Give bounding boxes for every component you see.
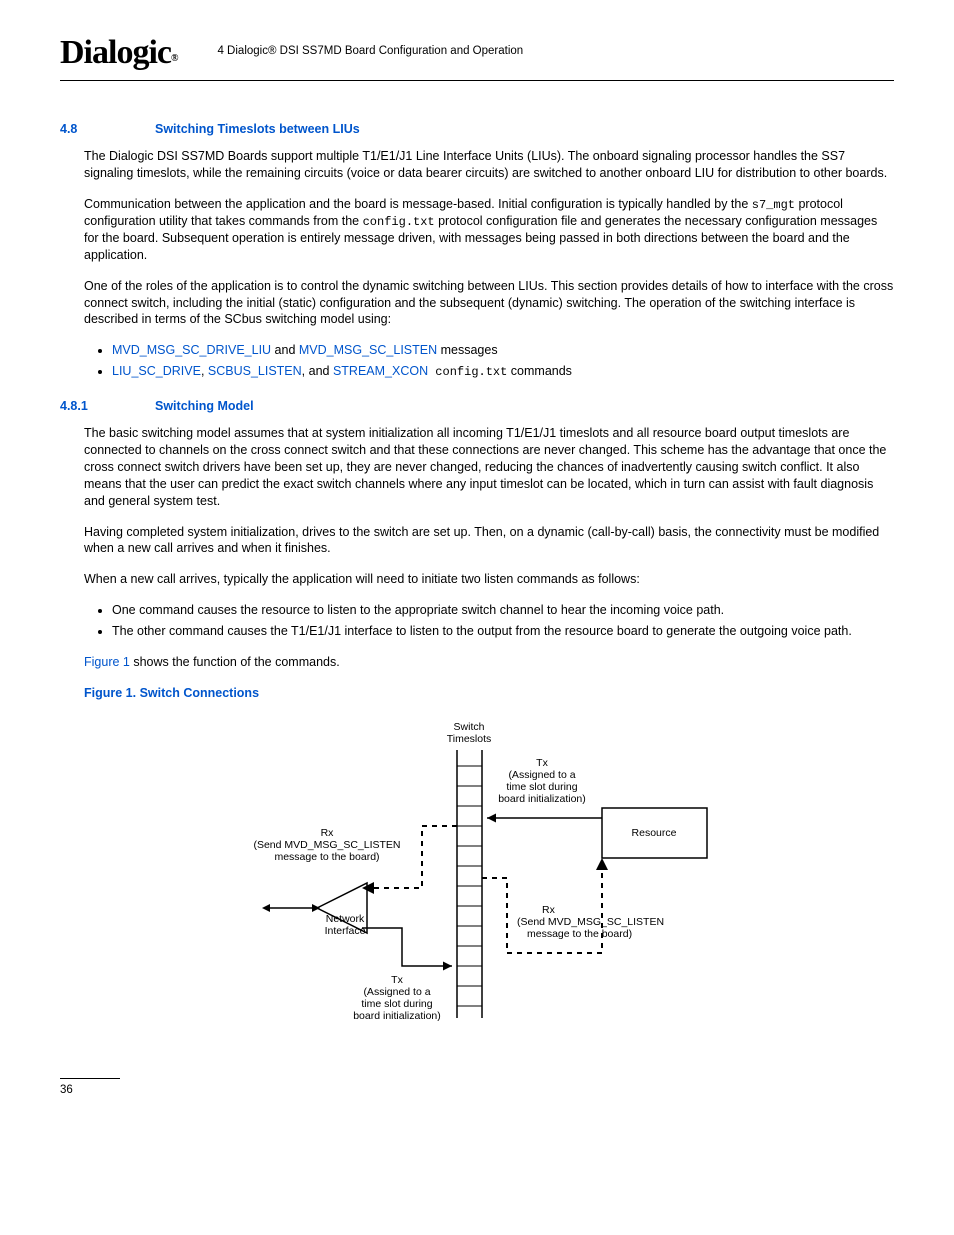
section-title: Switching Timeslots between LIUs: [155, 121, 360, 138]
para-4-8-1-3: When a new call arrives, typically the a…: [84, 571, 894, 588]
label-rx-right-l2: message to the board): [527, 928, 632, 940]
label-network-1: Network: [326, 913, 365, 925]
label-tx-top: Tx: [536, 757, 548, 769]
link-liu-sc-drive[interactable]: LIU_SC_DRIVE: [112, 364, 201, 378]
label-tx-top-l3: board initialization): [498, 793, 586, 805]
dialogic-logo: Dialogic®: [60, 30, 177, 76]
text-fragment: , and: [302, 364, 333, 378]
switch-ladder: [457, 750, 482, 1018]
section-4-8-heading: 4.8 Switching Timeslots between LIUs: [60, 121, 894, 138]
label-tx-top-l1: (Assigned to a: [508, 769, 575, 781]
para-4-8-2: Communication between the application an…: [84, 196, 894, 264]
registered-mark: ®: [171, 53, 177, 64]
label-rx-right-l1: (Send MVD_MSG_SC_LISTEN: [517, 916, 664, 928]
label-tx-bottom-l3: board initialization): [353, 1010, 441, 1022]
figure-1-caption: Figure 1. Switch Connections: [84, 685, 894, 702]
label-tx-top-l2: time slot during: [506, 781, 577, 793]
text-fragment: shows the function of the commands.: [130, 655, 340, 669]
label-rx-left: Rx: [321, 827, 335, 839]
link-scbus-listen[interactable]: SCBUS_LISTEN: [208, 364, 302, 378]
label-rx-right: Rx: [542, 904, 556, 916]
code-config-txt: config.txt: [428, 365, 507, 379]
list-item: One command causes the resource to liste…: [112, 602, 894, 619]
logo-text: Dialogic: [60, 34, 171, 71]
para-4-8-1-2: Having completed system initialization, …: [84, 524, 894, 558]
tx-bottom-arrow: [362, 928, 452, 966]
page-number: 36: [60, 1084, 73, 1096]
page-header: Dialogic® 4 Dialogic® DSI SS7MD Board Co…: [60, 30, 894, 81]
section-number: 4.8: [60, 121, 155, 138]
link-stream-xcon[interactable]: STREAM_XCON: [333, 364, 428, 378]
text-fragment: commands: [507, 364, 572, 378]
label-switch-timeslots-1: Switch: [454, 721, 485, 733]
code-config-txt: config.txt: [363, 215, 435, 229]
link-mvd-msg-sc-listen[interactable]: MVD_MSG_SC_LISTEN: [299, 343, 437, 357]
section-4-8-1-heading: 4.8.1 Switching Model: [60, 398, 894, 415]
label-tx-bottom-l1: (Assigned to a: [363, 986, 430, 998]
list-item: LIU_SC_DRIVE, SCBUS_LISTEN, and STREAM_X…: [112, 363, 894, 380]
text-fragment: ,: [201, 364, 208, 378]
arrowhead-right: [312, 904, 320, 912]
para-4-8-3: One of the roles of the application is t…: [84, 278, 894, 329]
section-number: 4.8.1: [60, 398, 155, 415]
bullet-list-4-8-1: One command causes the resource to liste…: [84, 602, 894, 640]
section-title: Switching Model: [155, 398, 254, 415]
link-mvd-msg-sc-drive-liu[interactable]: MVD_MSG_SC_DRIVE_LIU: [112, 343, 271, 357]
running-title: 4 Dialogic® DSI SS7MD Board Configuratio…: [217, 44, 523, 62]
list-item: The other command causes the T1/E1/J1 in…: [112, 623, 894, 640]
code-s7-mgt: s7_mgt: [752, 198, 795, 212]
link-figure-1[interactable]: Figure 1: [84, 655, 130, 669]
page-footer: 36: [60, 1078, 120, 1099]
label-network-2: Interface: [325, 925, 366, 937]
para-4-8-1: The Dialogic DSI SS7MD Boards support mu…: [84, 148, 894, 182]
arrowhead-left: [262, 904, 270, 912]
label-resource: Resource: [632, 827, 677, 839]
label-tx-bottom: Tx: [391, 974, 403, 986]
list-item: MVD_MSG_SC_DRIVE_LIU and MVD_MSG_SC_LIST…: [112, 342, 894, 359]
text-fragment: and: [271, 343, 299, 357]
para-4-8-1-1: The basic switching model assumes that a…: [84, 425, 894, 509]
text-fragment: Communication between the application an…: [84, 197, 752, 211]
label-switch-timeslots-2: Timeslots: [447, 733, 492, 745]
label-rx-left-l2: message to the board): [274, 851, 379, 863]
para-4-8-1-4: Figure 1 shows the function of the comma…: [84, 654, 894, 671]
figure-1-diagram: Switch Timeslots Resource Tx (Assigned t…: [207, 718, 747, 1038]
bullet-list-4-8: MVD_MSG_SC_DRIVE_LIU and MVD_MSG_SC_LIST…: [84, 342, 894, 380]
text-fragment: messages: [437, 343, 497, 357]
label-rx-left-l1: (Send MVD_MSG_SC_LISTEN: [253, 839, 400, 851]
label-tx-bottom-l2: time slot during: [361, 998, 432, 1010]
